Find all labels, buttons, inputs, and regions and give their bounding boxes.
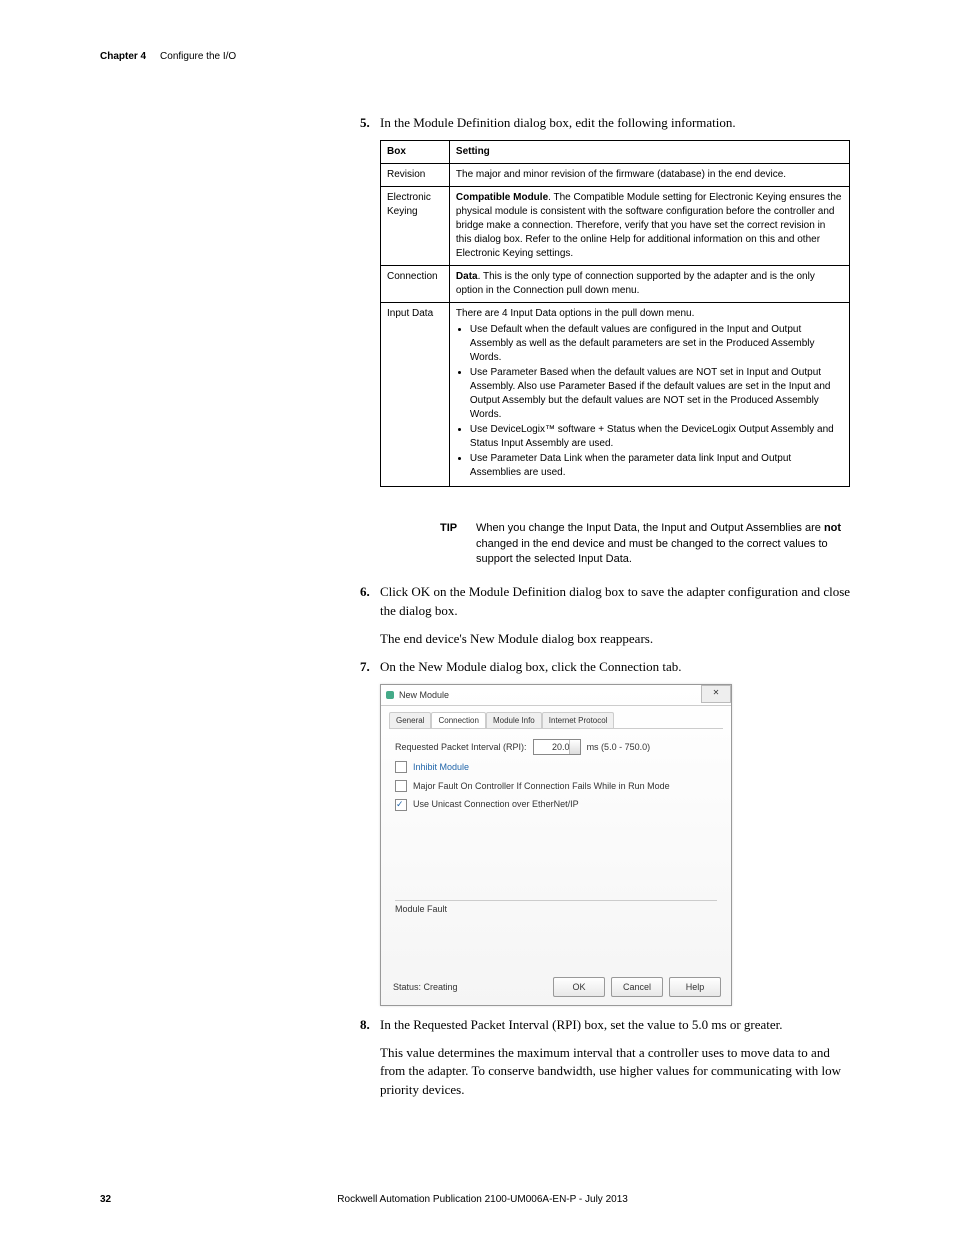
page-header: Chapter 4 Configure the I/O bbox=[100, 50, 854, 64]
step-7-number: 7. bbox=[360, 658, 380, 676]
step-7: 7. On the New Module dialog box, click t… bbox=[360, 658, 854, 676]
chapter-label: Chapter 4 bbox=[100, 51, 146, 62]
tab-internet-protocol[interactable]: Internet Protocol bbox=[542, 712, 615, 728]
rpi-label: Requested Packet Interval (RPI): bbox=[395, 741, 527, 754]
cell-box: Connection bbox=[381, 266, 450, 303]
cell-setting: There are 4 Input Data options in the pu… bbox=[449, 303, 849, 487]
cell-box: Input Data bbox=[381, 303, 450, 487]
step-7-text: On the New Module dialog box, click the … bbox=[380, 658, 854, 676]
dialog-title: New Module bbox=[381, 685, 731, 706]
tab-strip: General Connection Module Info Internet … bbox=[389, 712, 723, 729]
page-footer: 32 Rockwell Automation Publication 2100-… bbox=[100, 1193, 854, 1207]
th-setting: Setting bbox=[449, 141, 849, 164]
ok-button[interactable]: OK bbox=[553, 977, 605, 997]
th-box: Box bbox=[381, 141, 450, 164]
table-row: Input Data There are 4 Input Data option… bbox=[381, 303, 850, 487]
unicast-checkbox[interactable] bbox=[395, 799, 407, 811]
step-5-text: In the Module Definition dialog box, edi… bbox=[380, 114, 854, 132]
list-item: Use DeviceLogix™ software + Status when … bbox=[470, 423, 843, 451]
after-step-6-text: The end device's New Module dialog box r… bbox=[380, 630, 854, 648]
after-step-8-text: This value determines the maximum interv… bbox=[380, 1044, 854, 1099]
step-6-number: 6. bbox=[360, 583, 380, 619]
tip-text: When you change the Input Data, the Inpu… bbox=[476, 521, 854, 567]
table-row: Connection Data. This is the only type o… bbox=[381, 266, 850, 303]
step-8-text: In the Requested Packet Interval (RPI) b… bbox=[380, 1016, 854, 1034]
rpi-input[interactable]: 20.0 bbox=[533, 739, 581, 755]
cancel-button[interactable]: Cancel bbox=[611, 977, 663, 997]
status-label: Status: Creating bbox=[393, 981, 458, 994]
list-item: Use Parameter Data Link when the paramet… bbox=[470, 452, 843, 480]
chapter-title: Configure the I/O bbox=[160, 51, 236, 62]
cell-setting: The major and minor revision of the firm… bbox=[449, 164, 849, 187]
publication-id: Rockwell Automation Publication 2100-UM0… bbox=[100, 1193, 854, 1207]
table-row: Electronic Keying Compatible Module. The… bbox=[381, 187, 850, 266]
module-definition-table: Box Setting Revision The major and minor… bbox=[380, 140, 850, 487]
module-fault-label: Module Fault bbox=[395, 904, 447, 914]
step-5-number: 5. bbox=[360, 114, 380, 132]
major-fault-label: Major Fault On Controller If Connection … bbox=[413, 780, 670, 793]
step-5: 5. In the Module Definition dialog box, … bbox=[360, 114, 854, 132]
module-fault-group: Module Fault bbox=[395, 900, 717, 958]
inhibit-checkbox[interactable] bbox=[395, 761, 407, 773]
tip-label: TIP bbox=[440, 521, 476, 567]
step-6-text: Click OK on the Module Definition dialog… bbox=[380, 583, 854, 619]
table-row: Revision The major and minor revision of… bbox=[381, 164, 850, 187]
cell-setting: Data. This is the only type of connectio… bbox=[449, 266, 849, 303]
cell-box: Revision bbox=[381, 164, 450, 187]
unicast-label: Use Unicast Connection over EtherNet/IP bbox=[413, 798, 579, 811]
list-item: Use Default when the default values are … bbox=[470, 323, 843, 365]
tip-block: TIP When you change the Input Data, the … bbox=[440, 521, 854, 567]
cell-box: Electronic Keying bbox=[381, 187, 450, 266]
cell-setting: Compatible Module. The Compatible Module… bbox=[449, 187, 849, 266]
new-module-dialog: ✕ New Module General Connection Module I… bbox=[380, 684, 732, 1006]
step-8-number: 8. bbox=[360, 1016, 380, 1034]
tab-connection[interactable]: Connection bbox=[431, 712, 485, 728]
inhibit-label: Inhibit Module bbox=[413, 761, 469, 774]
help-button[interactable]: Help bbox=[669, 977, 721, 997]
tab-general[interactable]: General bbox=[389, 712, 431, 728]
step-8: 8. In the Requested Packet Interval (RPI… bbox=[360, 1016, 854, 1034]
step-6: 6. Click OK on the Module Definition dia… bbox=[360, 583, 854, 619]
rpi-range: ms (5.0 - 750.0) bbox=[587, 741, 651, 754]
list-item: Use Parameter Based when the default val… bbox=[470, 366, 843, 422]
page-number: 32 bbox=[100, 1193, 111, 1207]
major-fault-checkbox[interactable] bbox=[395, 780, 407, 792]
tab-module-info[interactable]: Module Info bbox=[486, 712, 542, 728]
